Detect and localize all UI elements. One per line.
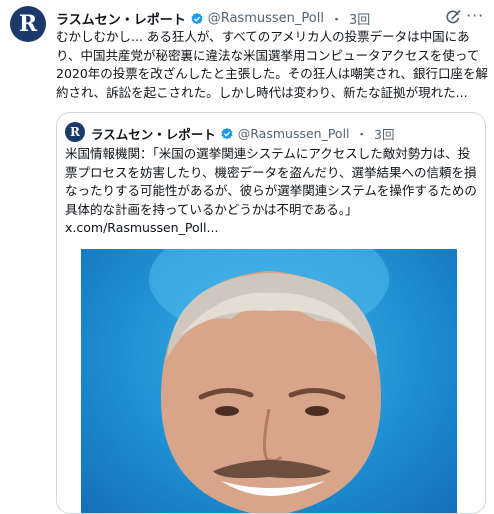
quoted-header: ラスムセン・レポート @Rasmussen_Poll ・ 3回 [91, 124, 395, 143]
quoted-text: 米国情報機関：「米国の選挙関連システムにアクセスした敵対勢力は、投票プロセスを妨… [65, 145, 477, 238]
avatar-letter: R [18, 11, 38, 37]
verified-badge-icon [191, 12, 203, 24]
author-name[interactable]: ラスムセン・レポート [56, 9, 186, 28]
quoted-avatar[interactable]: R [65, 122, 85, 142]
avatar[interactable]: R [10, 6, 46, 42]
grok-icon[interactable] [444, 8, 462, 26]
tweet-text: むかしむかし... ある狂人が、すべてのアメリカ人の投票データは中国にあり、中国… [56, 29, 488, 100]
tweet-header: ラスムセン・レポート @Rasmussen_Poll ・ 3回 [56, 9, 434, 28]
quoted-link[interactable]: x.com/Rasmussen_Poll... [65, 220, 218, 235]
quoted-timestamp: 3回 [374, 127, 395, 142]
quoted-tweet[interactable]: R ラスムセン・レポート @Rasmussen_Poll ・ 3回 米国情報機関… [56, 112, 486, 514]
quoted-body: 米国情報機関：「米国の選挙関連システムにアクセスした敵対勢力は、投票プロセスを妨… [65, 146, 477, 217]
quoted-author-name: ラスムセン・レポート [91, 127, 216, 142]
more-options-icon[interactable]: ··· [466, 6, 484, 25]
author-handle[interactable]: @Rasmussen_Poll [208, 11, 324, 26]
quoted-separator-dot: ・ [355, 127, 369, 142]
timestamp[interactable]: 3回 [349, 9, 370, 28]
quoted-author-handle: @Rasmussen_Poll [237, 126, 350, 141]
portrait-illustration [149, 249, 389, 513]
quoted-media-photo[interactable] [81, 249, 457, 513]
separator-dot: ・ [329, 13, 343, 28]
quoted-avatar-letter: R [70, 125, 80, 139]
verified-badge-icon [221, 127, 233, 139]
